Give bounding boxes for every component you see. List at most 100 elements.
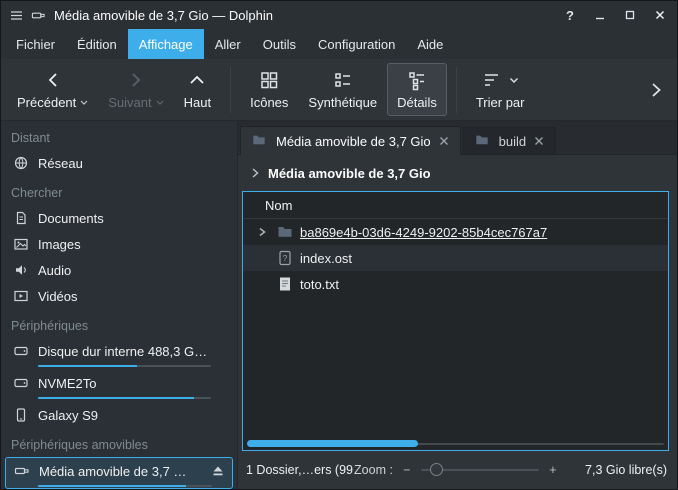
usb-drive-icon (14, 463, 30, 479)
close-button[interactable] (651, 6, 669, 24)
sidebar-item-reseau[interactable]: Réseau (1, 150, 237, 176)
forward-button[interactable]: Suivant (98, 63, 173, 116)
horizontal-scrollbar[interactable] (247, 440, 664, 447)
free-space: 7,3 Gio libre(s) (559, 463, 667, 477)
window-icons (9, 8, 46, 23)
tab-media-amovible[interactable]: Média amovible de 3,7 Gio (240, 126, 461, 155)
harddisk-icon (13, 375, 29, 391)
unknown-file-icon: ? (277, 250, 293, 266)
menu-fichier[interactable]: Fichier (5, 29, 66, 59)
network-icon (13, 155, 29, 171)
icons-view-icon (258, 69, 280, 91)
expand-icon[interactable] (253, 224, 270, 240)
statusbar: 1 Dossier,…ers (99 o) Zoom : − + 7,3 Gio… (238, 451, 677, 489)
sort-by-button[interactable]: Trier par (466, 63, 535, 116)
sidebar-item-label: Images (38, 237, 81, 252)
svg-text:?: ? (283, 253, 288, 263)
sort-by-label: Trier par (476, 95, 525, 110)
harddisk-icon (13, 343, 29, 359)
menubar: Fichier Édition Affichage Aller Outils C… (1, 29, 677, 59)
tab-bar: Média amovible de 3,7 Gio build (238, 121, 677, 155)
sidebar-item-label: Vidéos (38, 289, 78, 304)
column-header-nom[interactable]: Nom (243, 192, 668, 219)
file-name: ba869e4b-03d6-4249-9202-85b4cec767a7 (300, 225, 547, 240)
menu-outils[interactable]: Outils (252, 29, 307, 59)
compact-view-label: Synthétique (308, 95, 377, 110)
maximize-button[interactable] (621, 6, 639, 24)
file-view: Nom ba869e4b-03d6-4249-9202-85b4cec767a7… (242, 191, 669, 451)
up-button[interactable]: Haut (174, 63, 221, 116)
tab-build[interactable]: build (463, 127, 556, 154)
capacity-bar (38, 485, 212, 487)
minimize-button[interactable] (591, 6, 609, 24)
sort-icon (481, 69, 503, 91)
main-area: Média amovible de 3,7 Gio build (238, 121, 677, 489)
sidebar-item-galaxy-s9[interactable]: Galaxy S9 (1, 402, 237, 428)
menu-affichage[interactable]: Affichage (128, 29, 204, 59)
chevron-right-icon (645, 79, 667, 101)
sidebar-item-audio[interactable]: Audio (1, 257, 237, 283)
back-label: Précédent (17, 95, 76, 110)
folder-icon (252, 133, 268, 149)
details-view-label: Détails (397, 95, 437, 110)
sidebar-item-nvme2to[interactable]: NVME2To (1, 370, 237, 402)
details-view-icon (406, 69, 428, 91)
icons-view-button[interactable]: Icônes (240, 63, 298, 116)
breadcrumb-current[interactable]: Média amovible de 3,7 Gio (268, 166, 431, 181)
sidebar-item-videos[interactable]: Vidéos (1, 283, 237, 309)
forward-icon (125, 69, 147, 91)
menu-edition[interactable]: Édition (66, 29, 128, 59)
menu-icon[interactable] (9, 8, 24, 23)
file-name: index.ost (300, 251, 352, 266)
sidebar-item-images[interactable]: Images (1, 231, 237, 257)
compact-view-button[interactable]: Synthétique (298, 63, 387, 116)
tab-label: build (499, 134, 526, 149)
zoom-in-icon[interactable]: + (547, 463, 559, 477)
places-panel: Distant Réseau Chercher Documents (1, 121, 238, 489)
chevron-down-icon (80, 100, 88, 105)
text-file-icon (277, 276, 293, 292)
sidebar-item-media-amovible[interactable]: Média amovible de 3,7 … (5, 457, 233, 489)
up-icon (186, 69, 208, 91)
file-row-index-ost[interactable]: ? index.ost (243, 245, 668, 271)
sidebar-item-label: Documents (38, 211, 104, 226)
section-header-peripheriques: Périphériques (1, 309, 237, 338)
chevron-right-icon[interactable] (250, 167, 260, 179)
slider-handle[interactable] (430, 463, 443, 476)
chevron-down-icon (156, 100, 164, 105)
details-view-button[interactable]: Détails (387, 63, 447, 116)
scrollbar-thumb[interactable] (247, 440, 418, 447)
zoom-out-icon[interactable]: − (401, 463, 413, 477)
help-button[interactable]: ? (561, 6, 579, 24)
zoom-slider[interactable] (421, 463, 539, 477)
forward-label: Suivant (108, 95, 151, 110)
titlebar: Média amovible de 3,7 Gio — Dolphin ? (1, 1, 677, 29)
toolbar: Précédent Suivant Haut Icônes (1, 59, 677, 121)
sidebar-item-disque-dur[interactable]: Disque dur interne 488,3 G… (1, 338, 237, 370)
capacity-bar (38, 397, 211, 399)
section-header-distant: Distant (1, 121, 237, 150)
compact-view-icon (332, 69, 354, 91)
sidebar-item-documents[interactable]: Documents (1, 205, 237, 231)
window-title: Média amovible de 3,7 Gio — Dolphin (54, 8, 273, 23)
up-label: Haut (184, 95, 211, 110)
file-row-toto-txt[interactable]: toto.txt (243, 271, 668, 297)
video-icon (13, 288, 29, 304)
eject-icon[interactable] (210, 463, 226, 479)
menu-configuration[interactable]: Configuration (307, 29, 406, 59)
menu-aide[interactable]: Aide (406, 29, 454, 59)
menu-aller[interactable]: Aller (204, 29, 252, 59)
sidebar-item-label: Réseau (38, 156, 83, 171)
back-button[interactable]: Précédent (7, 63, 98, 116)
toolbar-overflow-button[interactable] (641, 79, 671, 101)
breadcrumb: Média amovible de 3,7 Gio (238, 155, 677, 191)
items-summary: 1 Dossier,…ers (99 o) (246, 463, 354, 477)
sidebar-item-label: Disque dur interne 488,3 G… (38, 344, 207, 359)
tab-close-icon[interactable] (439, 136, 449, 146)
body: Distant Réseau Chercher Documents (1, 121, 677, 489)
zoom-control: Zoom : − + (354, 463, 559, 477)
file-row-folder[interactable]: ba869e4b-03d6-4249-9202-85b4cec767a7 (243, 219, 668, 245)
sidebar-item-label: Galaxy S9 (38, 408, 98, 423)
folder-icon (475, 133, 491, 149)
tab-close-icon[interactable] (534, 136, 544, 146)
